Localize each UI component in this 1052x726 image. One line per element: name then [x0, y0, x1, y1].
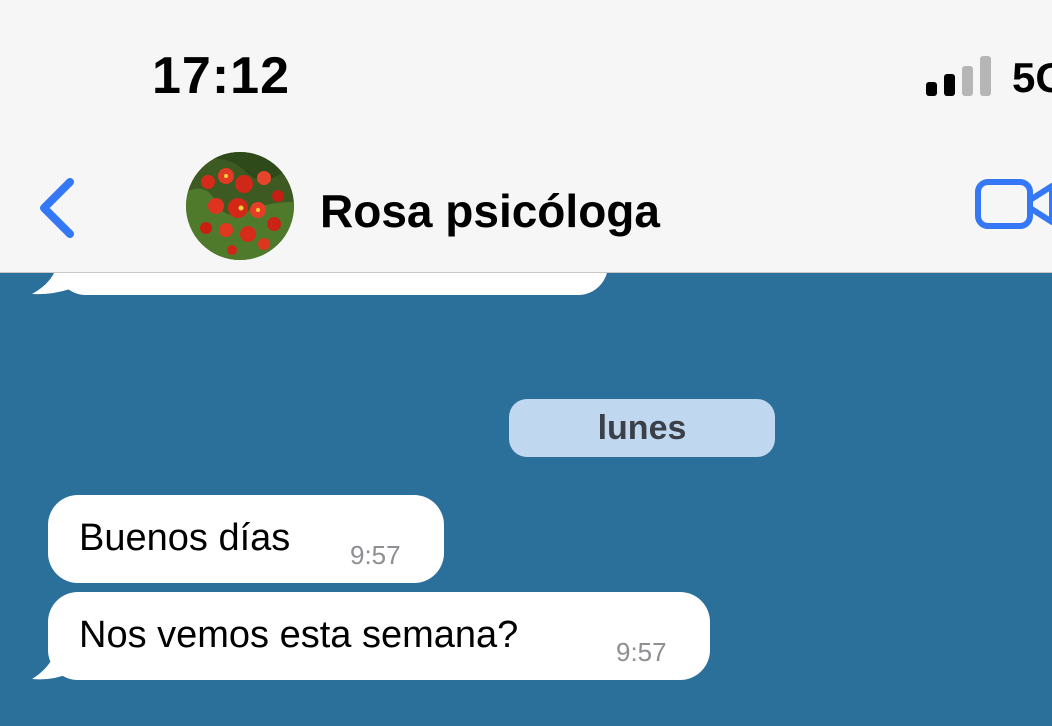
- video-camera-icon[interactable]: [974, 176, 1052, 232]
- message-bubble[interactable]: Buenos días 9:57: [48, 495, 444, 583]
- contact-name[interactable]: Rosa psicóloga: [320, 184, 660, 238]
- chat-header: Rosa psicóloga: [0, 140, 1052, 273]
- message-bubble[interactable]: Nos vemos esta semana? 9:57: [48, 592, 710, 680]
- date-separator: lunes: [509, 399, 775, 457]
- chat-area[interactable]: lunes Buenos días 9:57 Nos vemos esta se…: [0, 273, 1052, 726]
- message-time: 9:57: [616, 637, 667, 667]
- status-bar: 17:12 5G: [0, 0, 1052, 140]
- chevron-left-icon[interactable]: [36, 176, 80, 240]
- previous-message-bubble[interactable]: [56, 273, 608, 295]
- message-text: Buenos días: [79, 517, 291, 559]
- cellular-signal-icon: [926, 56, 992, 96]
- bubble-tail: [32, 655, 70, 680]
- status-time: 17:12: [152, 47, 290, 105]
- contact-avatar[interactable]: [186, 152, 294, 260]
- message-text: Nos vemos esta semana?: [79, 614, 519, 656]
- message-time: 9:57: [350, 540, 401, 570]
- bubble-tail: [32, 273, 70, 295]
- network-type: 5G: [1012, 54, 1052, 101]
